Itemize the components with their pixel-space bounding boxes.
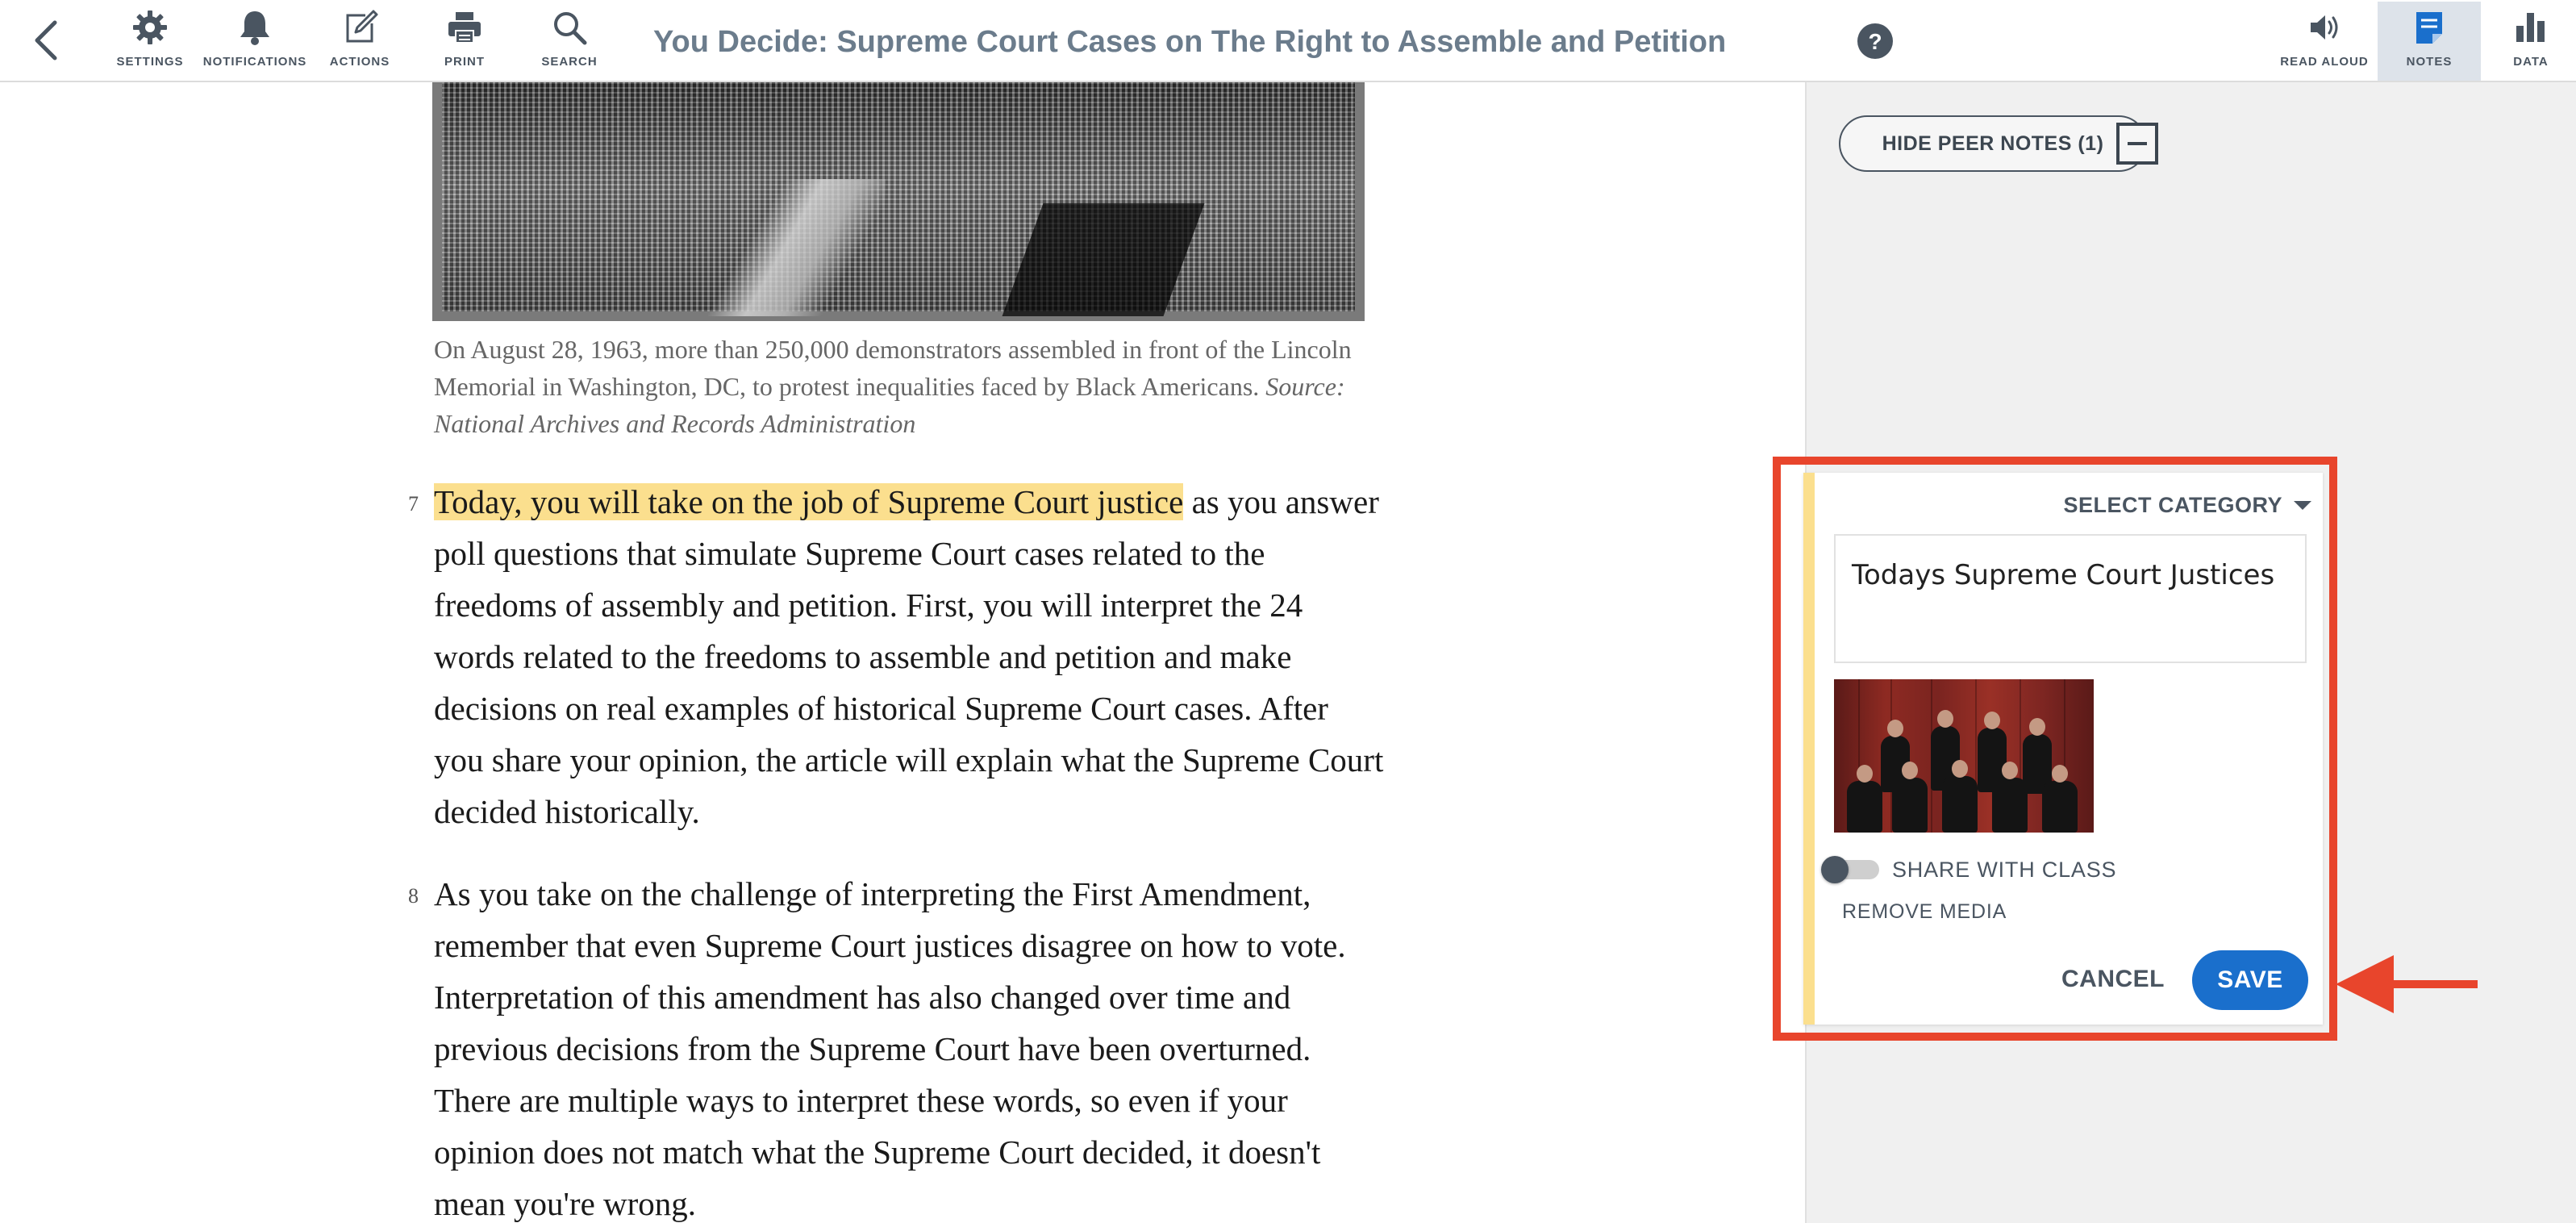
collapse-icon[interactable] — [2116, 123, 2158, 165]
help-button[interactable]: ? — [1857, 23, 1894, 60]
paragraph-8: As you take on the challenge of interpre… — [434, 868, 1386, 1223]
svg-text:?: ? — [1868, 29, 1882, 54]
hide-peer-notes-button[interactable]: HIDE PEER NOTES (1) — [1839, 115, 2147, 172]
march-on-washington-photo — [432, 82, 1365, 321]
back-arrow-icon — [35, 20, 57, 61]
annotation-arrow-icon — [2336, 955, 2478, 1013]
read-aloud-button[interactable]: READ ALOUD — [2276, 6, 2373, 74]
caption-text: On August 28, 1963, more than 250,000 de… — [434, 335, 1352, 401]
print-label: PRINT — [444, 55, 485, 69]
paragraph-number: 8 — [408, 884, 419, 908]
paragraph-text: as you answer poll questions that simula… — [434, 483, 1384, 830]
paragraph-number: 7 — [408, 492, 419, 515]
print-button[interactable]: PRINT — [416, 6, 513, 74]
edit-icon — [346, 10, 378, 43]
printer-icon — [448, 12, 481, 44]
search-button[interactable]: SEARCH — [521, 6, 618, 74]
bar-chart-icon — [2516, 13, 2545, 42]
notifications-label: NOTIFICATIONS — [202, 55, 307, 69]
notes-icon — [2416, 12, 2442, 44]
search-label: SEARCH — [541, 55, 598, 69]
settings-label: SETTINGS — [116, 55, 184, 69]
data-button[interactable]: DATA — [2482, 6, 2576, 74]
gear-icon — [133, 10, 167, 44]
page-title: You Decide: Supreme Court Cases on The R… — [653, 25, 1727, 59]
photo-caption: On August 28, 1963, more than 250,000 de… — [434, 331, 1369, 442]
notes-button[interactable]: NOTES — [2381, 6, 2478, 74]
paragraph-text: As you take on the challenge of interpre… — [434, 875, 1346, 1222]
help-icon: ? — [1857, 23, 1893, 59]
actions-label: ACTIONS — [329, 55, 390, 69]
settings-button[interactable]: SETTINGS — [102, 6, 198, 74]
read-aloud-label: READ ALOUD — [2280, 55, 2369, 69]
notifications-button[interactable]: NOTIFICATIONS — [203, 6, 306, 74]
top-toolbar: SETTINGS NOTIFICATIONS ACTIONS PRINT SEA… — [0, 0, 2576, 82]
data-label: DATA — [2513, 55, 2549, 69]
paragraph-7: Today, you will take on the job of Supre… — [434, 476, 1386, 837]
search-icon — [554, 12, 587, 45]
bell-icon — [240, 11, 269, 45]
annotation-highlight-frame — [1773, 457, 2337, 1041]
actions-button[interactable]: ACTIONS — [311, 6, 408, 74]
back-button[interactable] — [29, 16, 65, 65]
highlighted-text[interactable]: Today, you will take on the job of Supre… — [434, 483, 1184, 520]
notes-label: NOTES — [2406, 55, 2453, 69]
speaker-icon — [2311, 15, 2338, 40]
